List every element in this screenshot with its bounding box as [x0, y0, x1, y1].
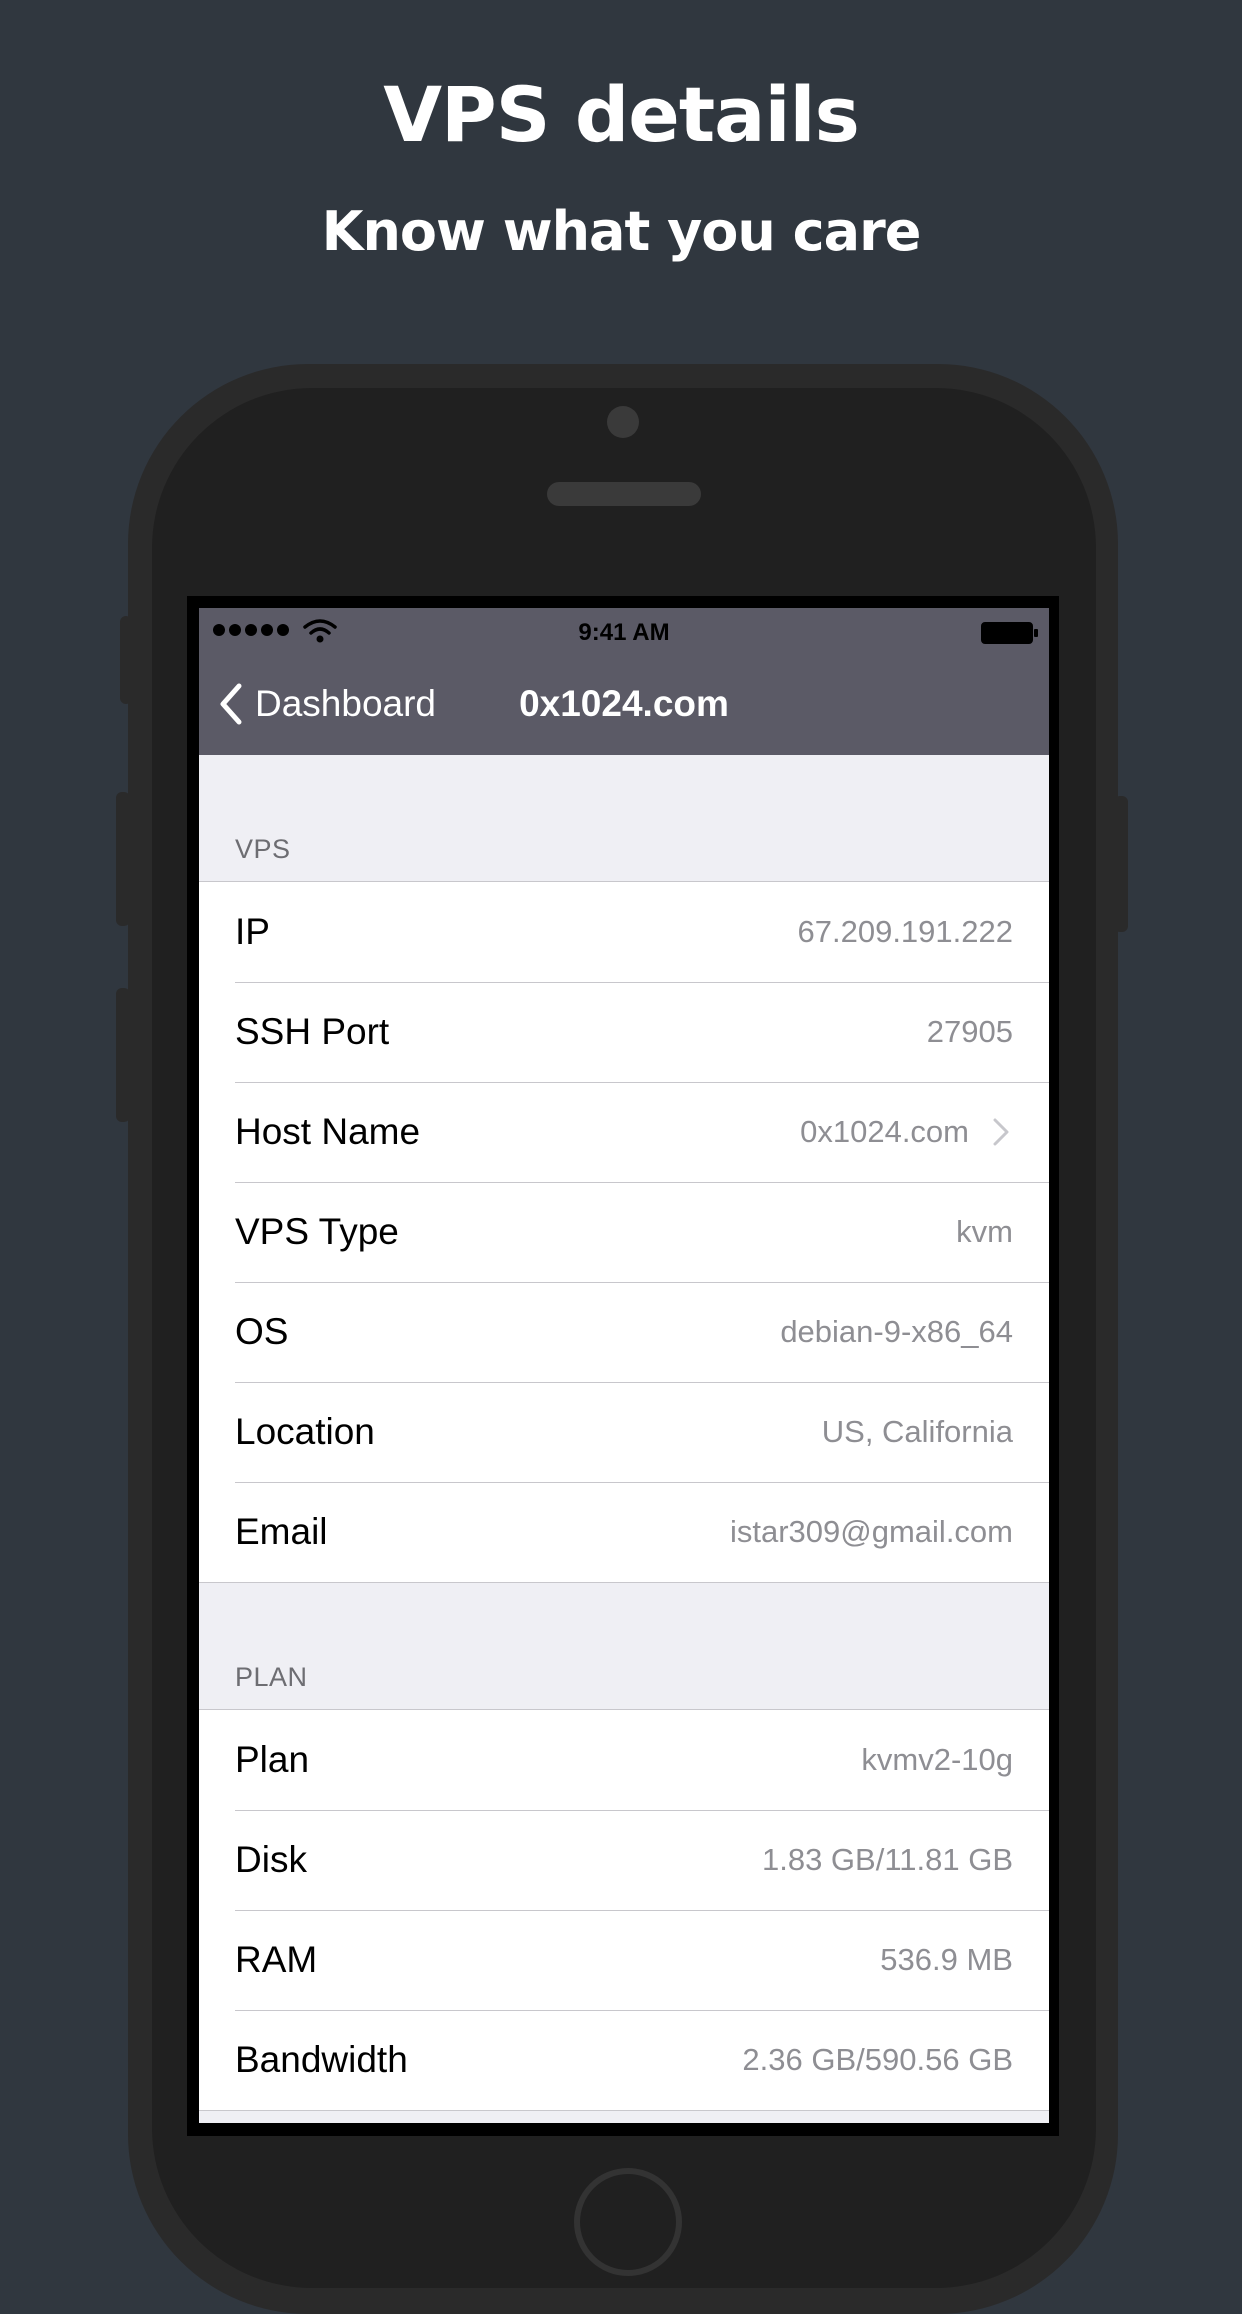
phone-screen: 9:41 AM Dashboard 0x1024.com VPS IP 67.2… — [199, 608, 1049, 2123]
section-header-vps: VPS — [199, 755, 1049, 881]
row-value: 27905 — [926, 1014, 1013, 1049]
row-host-name[interactable]: Host Name 0x1024.com — [199, 1082, 1049, 1182]
section-header-label: VPS — [235, 834, 291, 864]
row-label: Bandwidth — [235, 2039, 408, 2080]
row-label: Location — [235, 1411, 375, 1452]
row-value: 536.9 MB — [880, 1942, 1013, 1977]
row-ssh-port: SSH Port 27905 — [199, 982, 1049, 1082]
row-label: IP — [235, 911, 270, 952]
row-value: US, California — [821, 1414, 1013, 1449]
navigation-bar: 9:41 AM Dashboard 0x1024.com — [199, 608, 1049, 755]
chevron-right-icon — [993, 1118, 1009, 1146]
row-value: istar309@gmail.com — [729, 1514, 1013, 1549]
row-email: Email istar309@gmail.com — [199, 1482, 1049, 1582]
row-label: SSH Port — [235, 1011, 390, 1052]
earpiece-speaker — [547, 482, 701, 506]
plan-group: Plan kvmv2-10g Disk 1.83 GB/11.81 GB RAM… — [199, 1709, 1049, 2111]
row-label: Plan — [235, 1739, 310, 1780]
status-time: 9:41 AM — [578, 619, 670, 646]
row-value: 0x1024.com — [800, 1114, 969, 1149]
row-value-with-disclosure: 0x1024.com — [800, 1114, 1013, 1150]
row-os: OS debian-9-x86_64 — [199, 1282, 1049, 1382]
home-button — [574, 2168, 682, 2276]
back-button[interactable]: Dashboard — [215, 676, 436, 732]
row-label: OS — [235, 1311, 289, 1352]
row-bandwidth: Bandwidth 2.36 GB/590.56 GB — [199, 2010, 1049, 2110]
row-value: kvmv2-10g — [861, 1742, 1013, 1777]
row-ram: RAM 536.9 MB — [199, 1910, 1049, 2010]
row-label: Host Name — [235, 1111, 421, 1152]
details-table: VPS IP 67.209.191.222 SSH Port 27905 Hos… — [199, 755, 1049, 2111]
row-disk: Disk 1.83 GB/11.81 GB — [199, 1810, 1049, 1910]
section-header-label: PLAN — [235, 1662, 308, 1692]
row-label: Email — [235, 1511, 328, 1552]
section-header-plan: PLAN — [199, 1583, 1049, 1709]
row-vps-type: VPS Type kvm — [199, 1182, 1049, 1282]
nav-title: 0x1024.com — [519, 683, 729, 724]
battery-icon — [981, 622, 1038, 644]
row-value: debian-9-x86_64 — [780, 1314, 1013, 1349]
promo-title: VPS details — [383, 70, 860, 159]
promo-subtitle: Know what you care — [321, 200, 922, 263]
chevron-left-icon — [220, 683, 242, 725]
row-value: 1.83 GB/11.81 GB — [761, 1842, 1013, 1877]
row-ip: IP 67.209.191.222 — [199, 882, 1049, 982]
row-label: RAM — [235, 1939, 318, 1980]
row-value: kvm — [956, 1214, 1013, 1249]
row-label: VPS Type — [235, 1211, 399, 1252]
front-camera — [607, 406, 639, 438]
back-button-label: Dashboard — [255, 683, 437, 724]
row-plan: Plan kvmv2-10g — [199, 1710, 1049, 1810]
row-value: 67.209.191.222 — [797, 914, 1014, 949]
vps-group: IP 67.209.191.222 SSH Port 27905 Host Na… — [199, 881, 1049, 1583]
row-value: 2.36 GB/590.56 GB — [742, 2042, 1013, 2077]
row-label: Disk — [235, 1839, 307, 1880]
row-location: Location US, California — [199, 1382, 1049, 1482]
